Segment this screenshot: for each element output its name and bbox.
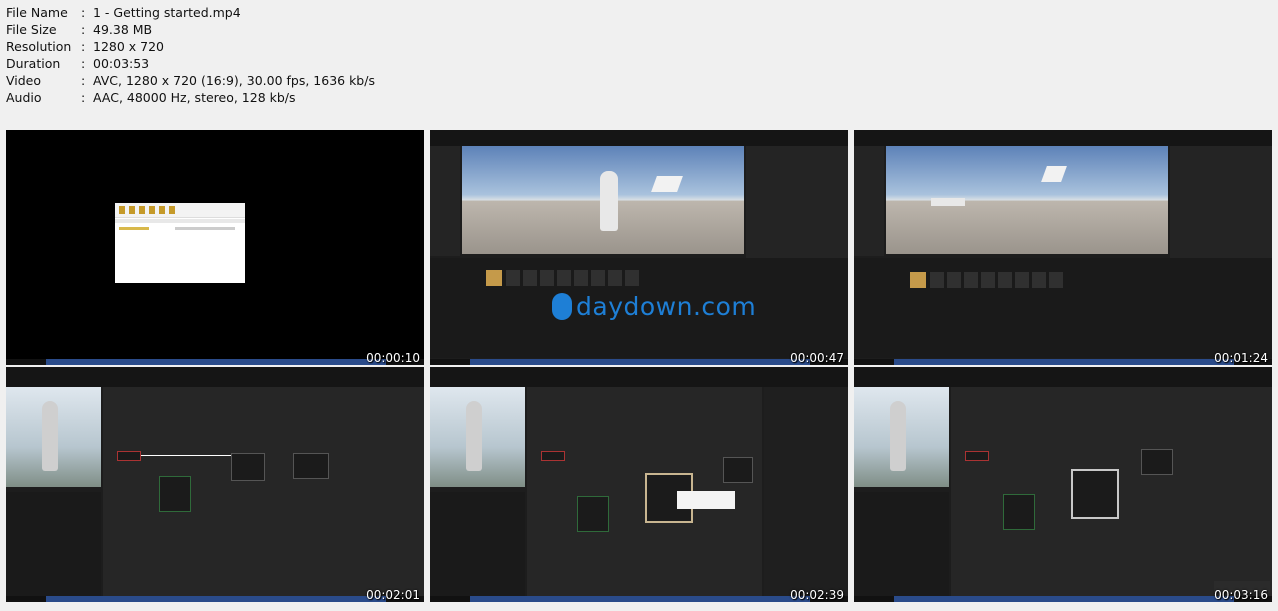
content-browser	[854, 258, 1272, 358]
watermark-text: daydown.com	[576, 292, 757, 321]
thumbnail-grid: 00:00:10 00:00:47 00:01:24 00:02:01 00:0…	[0, 0, 1278, 611]
thumbnail-1[interactable]: 00:00:10	[6, 130, 424, 365]
graph-node-selected	[1071, 469, 1119, 519]
asset-thumbs	[930, 272, 1066, 288]
graph-node	[231, 453, 265, 481]
details-panel	[854, 492, 949, 597]
folder-thumb	[486, 270, 502, 286]
place-actors-panel	[430, 146, 460, 256]
floor-slab	[931, 198, 965, 206]
graph-node	[541, 451, 565, 461]
rig-hierarchy	[6, 492, 101, 597]
timestamp: 00:02:01	[366, 588, 420, 602]
graph-node	[723, 457, 753, 483]
file-row	[119, 227, 149, 230]
mannequin-figure	[466, 401, 482, 471]
graph-node	[117, 451, 141, 461]
asset-thumbs	[506, 270, 642, 286]
rig-graph	[103, 387, 424, 597]
graph-node	[1003, 494, 1035, 530]
timestamp: 00:00:10	[366, 351, 420, 365]
thumbnail-6[interactable]: 00:03:16	[854, 367, 1272, 602]
place-actors-panel	[854, 146, 884, 256]
mannequin-figure	[890, 401, 906, 471]
file-details	[175, 227, 235, 230]
folder-thumb	[910, 272, 926, 288]
graph-wire	[141, 455, 231, 456]
details-panel	[764, 387, 848, 597]
editor-menubar	[854, 130, 1272, 146]
editor-toolbar	[854, 367, 1272, 387]
graph-node	[965, 451, 989, 461]
timestamp: 00:03:16	[1214, 588, 1268, 602]
ramp-block	[1041, 166, 1067, 182]
thumbnail-5[interactable]: 00:02:39	[430, 367, 848, 602]
graph-node	[1141, 449, 1173, 475]
rig-graph	[951, 387, 1272, 597]
graph-node	[293, 453, 329, 479]
thumbnail-2[interactable]: 00:00:47	[430, 130, 848, 365]
rig-graph	[527, 387, 762, 597]
thumb-footer	[430, 596, 848, 602]
outliner-panel	[746, 146, 848, 264]
explorer-window	[115, 203, 245, 283]
thumb-footer	[854, 596, 1272, 602]
address-bar	[115, 219, 245, 223]
level-viewport	[462, 146, 744, 254]
rig-preview	[430, 387, 525, 487]
tooltip-popup	[677, 491, 735, 509]
mannequin-figure	[600, 171, 618, 231]
rig-preview	[854, 387, 949, 487]
thumb-footer	[430, 359, 848, 365]
ramp-block	[651, 176, 683, 192]
ribbon-icons	[119, 206, 179, 214]
thumb-footer	[6, 596, 424, 602]
editor-menubar	[430, 130, 848, 146]
outliner-panel	[1170, 146, 1272, 264]
thumb-footer	[854, 359, 1272, 365]
graph-node	[159, 476, 191, 512]
level-viewport	[886, 146, 1168, 254]
graph-node	[577, 496, 609, 532]
thumb-footer	[6, 359, 424, 365]
rig-hierarchy	[430, 492, 525, 597]
watermark-logo-icon	[552, 293, 572, 320]
mannequin-figure	[42, 401, 58, 471]
timestamp: 00:02:39	[790, 588, 844, 602]
editor-toolbar	[430, 367, 848, 387]
timestamp: 00:01:24	[1214, 351, 1268, 365]
thumbnail-3[interactable]: 00:01:24	[854, 130, 1272, 365]
editor-toolbar	[6, 367, 424, 387]
timestamp: 00:00:47	[790, 351, 844, 365]
thumbnail-4[interactable]: 00:02:01	[6, 367, 424, 602]
rig-preview	[6, 387, 101, 487]
